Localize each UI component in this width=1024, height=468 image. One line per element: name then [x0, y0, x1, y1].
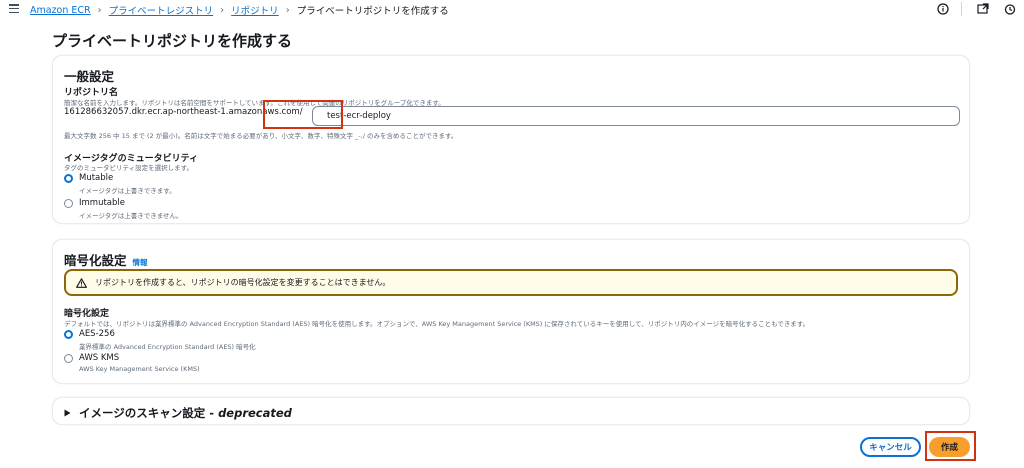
chevron-right-icon: › — [220, 4, 225, 16]
menu-icon[interactable] — [9, 4, 19, 13]
radio-label: Immutable — [79, 198, 125, 208]
highlight-box — [925, 431, 976, 461]
section-header: 暗号化設定 情報 — [64, 250, 148, 269]
section-title: イメージのスキャン設定 - deprecated — [79, 406, 292, 420]
warning-icon — [76, 277, 87, 288]
image-scan-settings-container[interactable]: イメージのスキャン設定 - deprecated — [52, 397, 970, 425]
external-window-icon[interactable] — [976, 3, 989, 16]
info-circle-icon[interactable] — [936, 3, 949, 16]
breadcrumb-current: プライベートリポジトリを作成する — [296, 6, 449, 17]
caret-right-icon — [64, 409, 71, 417]
radio-label: Mutable — [79, 173, 114, 183]
radio-description: 業界標準の Advanced Encryption Standard (AES)… — [79, 343, 256, 351]
radio-button[interactable] — [64, 199, 73, 208]
alert-text: リポジトリを作成すると、リポジトリの暗号化設定を変更することはできません。 — [95, 278, 391, 287]
warning-alert: リポジトリを作成すると、リポジトリの暗号化設定を変更することはできません。 — [64, 269, 958, 296]
radio-button[interactable] — [64, 354, 73, 363]
expand-toggle[interactable]: イメージのスキャン設定 - deprecated — [64, 405, 292, 421]
general-settings-container: 一般設定 リポジトリ名 簡潔な名前を入力します。リポジトリは名前空間をサポートし… — [52, 55, 970, 224]
radio-button-checked[interactable] — [64, 174, 73, 183]
timer-icon[interactable] — [1003, 3, 1016, 16]
section-header: 一般設定 — [64, 69, 115, 84]
radio-mutable[interactable]: Mutable イメージタグは上書きできます。 — [64, 173, 176, 195]
repo-name-constraint: 最大文字数 256 中 15 まで (2 が最小)。名前は文字で始まる必要があり… — [64, 132, 458, 140]
cancel-button[interactable]: キャンセル — [860, 437, 921, 457]
tag-mutability-description: タグのミュータビリティ設定を選択します。 — [64, 164, 193, 172]
divider — [961, 2, 962, 16]
radio-aws-kms[interactable]: AWS KMS AWS Key Management Service (KMS) — [64, 353, 200, 373]
chevron-right-icon: › — [97, 4, 102, 16]
encryption-description: デフォルトでは、リポジトリは業界標準の Advanced Encryption … — [64, 320, 810, 328]
top-navigation-bar: Amazon ECR › プライベートレジストリ › リポジトリ › プライベー… — [0, 0, 1024, 20]
section-title: 暗号化設定 — [64, 253, 127, 268]
radio-description: イメージタグは上書きできません。 — [79, 212, 183, 220]
repo-name-input[interactable] — [312, 106, 960, 126]
chevron-right-icon: › — [285, 4, 290, 16]
highlight-box — [263, 100, 343, 129]
radio-label: AES-256 — [79, 329, 115, 339]
breadcrumb-amazon-ecr[interactable]: Amazon ECR — [30, 5, 91, 16]
radio-immutable[interactable]: Immutable イメージタグは上書きできません。 — [64, 198, 183, 220]
breadcrumb-private-registry[interactable]: プライベートレジストリ — [109, 3, 214, 17]
page-title: プライベートリポジトリを作成する — [52, 32, 293, 50]
radio-label: AWS KMS — [79, 353, 120, 363]
radio-button-checked[interactable] — [64, 330, 73, 339]
breadcrumb-repositories[interactable]: リポジトリ — [231, 3, 279, 17]
encryption-settings-container: 暗号化設定 情報 リポジトリを作成すると、リポジトリの暗号化設定を変更することは… — [52, 239, 970, 384]
radio-description: イメージタグは上書きできます。 — [79, 187, 176, 195]
info-link[interactable]: 情報 — [133, 257, 148, 268]
radio-aes-256[interactable]: AES-256 業界標準の Advanced Encryption Standa… — [64, 329, 256, 351]
radio-description: AWS Key Management Service (KMS) — [79, 365, 200, 373]
breadcrumb: Amazon ECR › プライベートレジストリ › リポジトリ › プライベー… — [30, 3, 449, 18]
